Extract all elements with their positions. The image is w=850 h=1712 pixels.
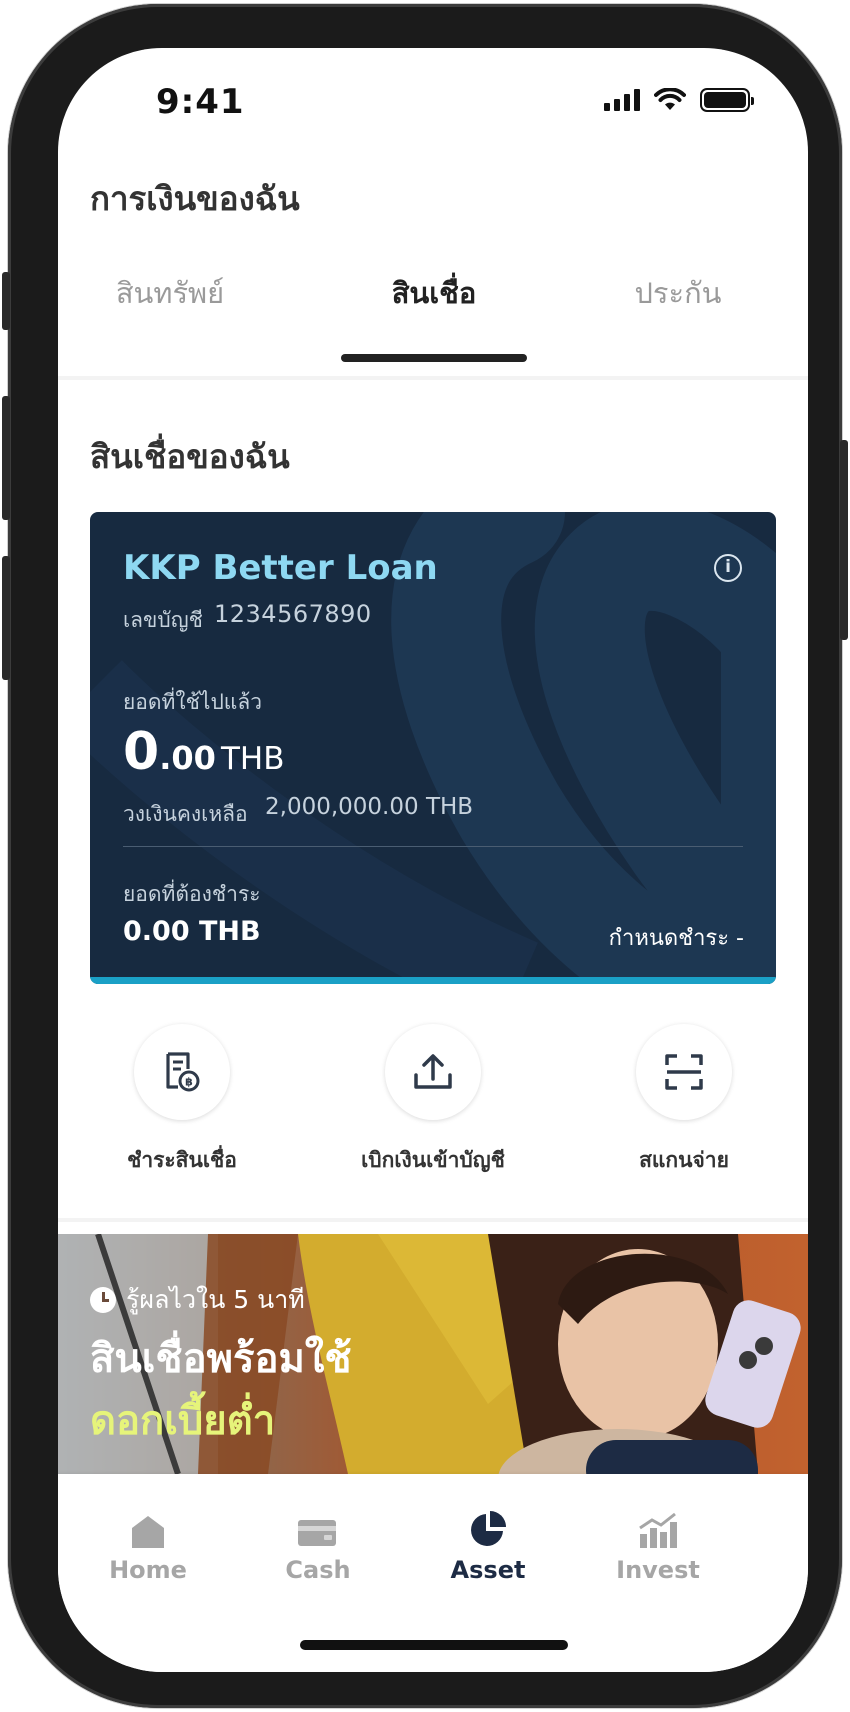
banner-title: สินเชื่อพร้อมใช้ — [90, 1336, 352, 1382]
nav-invest-label: Invest — [616, 1556, 700, 1584]
remaining-limit-value: 2,000,000.00 THB — [265, 794, 474, 820]
tab-loans[interactable]: สินเชื่อ — [314, 270, 554, 316]
scan-pay-button[interactable]: สแกนจ่าย — [564, 1024, 804, 1177]
used-amount: 0.00 THB — [123, 722, 284, 782]
tab-bar: สินทรัพย์ สินเชื่อ ประกัน — [58, 270, 808, 340]
withdraw-to-account-button[interactable]: เบิกเงินเข้าบัญชี — [313, 1024, 553, 1177]
divider — [58, 1218, 808, 1222]
silent-switch — [2, 272, 10, 330]
banner-title-highlight: ดอกเบี้ยต่ำ — [90, 1398, 276, 1444]
card-divider — [123, 846, 743, 847]
tab-insurance[interactable]: ประกัน — [558, 270, 798, 316]
due-date: กำหนดชำระ - — [608, 926, 744, 951]
due-amount-value: 0.00 THB — [123, 916, 261, 947]
nav-invest[interactable]: Invest — [578, 1508, 738, 1584]
action-circle — [385, 1024, 481, 1120]
pay-loan-label: ชำระสินเชื่อ — [127, 1148, 237, 1172]
wifi-icon — [654, 88, 686, 110]
pie-chart-icon — [471, 1511, 506, 1546]
upload-icon — [414, 1054, 452, 1089]
pay-loan-button[interactable]: ฿ ชำระสินเชื่อ — [62, 1024, 302, 1177]
svg-text:฿: ฿ — [185, 1076, 193, 1089]
clock-icon — [90, 1287, 116, 1313]
loan-name: KKP Better Loan — [123, 548, 438, 588]
status-time: 9:41 — [156, 82, 245, 122]
bill-pay-icon: ฿ — [166, 1052, 200, 1092]
banner-subtitle-text: รู้ผลไวใน 5 นาที — [126, 1285, 305, 1314]
action-circle: ฿ — [134, 1024, 230, 1120]
cash-icon — [298, 1520, 336, 1546]
cellular-signal-icon — [604, 89, 640, 111]
account-label: เลขบัญชี — [123, 608, 203, 632]
scan-pay-label: สแกนจ่าย — [639, 1148, 729, 1172]
section-title: สินเชื่อของฉัน — [90, 437, 290, 476]
home-indicator — [300, 1640, 568, 1650]
used-amount-integer: 0 — [123, 722, 160, 782]
account-number: 1234567890 — [214, 600, 372, 628]
used-amount-label: ยอดที่ใช้ไปแล้ว — [123, 690, 262, 714]
nav-cash-label: Cash — [285, 1556, 351, 1584]
power-button — [840, 440, 848, 640]
phone-frame: 9:41 การเงินของฉัน สินทรัพย์ สินเชื่อ ปร… — [8, 4, 842, 1708]
active-tab-indicator — [341, 354, 527, 362]
screen: 9:41 การเงินของฉัน สินทรัพย์ สินเชื่อ ปร… — [58, 48, 808, 1672]
used-amount-currency: THB — [220, 741, 285, 777]
card-accent-bar — [90, 977, 776, 984]
withdraw-label: เบิกเงินเข้าบัญชี — [361, 1148, 505, 1172]
scan-icon — [665, 1054, 703, 1090]
nav-cash[interactable]: Cash — [238, 1508, 398, 1584]
divider — [58, 376, 808, 380]
tab-assets[interactable]: สินทรัพย์ — [58, 270, 290, 316]
nav-home-label: Home — [109, 1556, 187, 1584]
used-amount-decimal: .00 — [159, 739, 216, 777]
banner-subtitle: รู้ผลไวใน 5 นาที — [90, 1280, 305, 1320]
nav-asset[interactable]: Asset — [408, 1508, 568, 1584]
nav-home[interactable]: Home — [68, 1508, 228, 1584]
invest-chart-icon — [639, 1512, 677, 1548]
home-icon — [132, 1516, 164, 1548]
page-title: การเงินของฉัน — [90, 179, 300, 218]
loan-card[interactable]: KKP Better Loan i เลขบัญชี 1234567890 ยอ… — [90, 512, 776, 984]
nav-asset-label: Asset — [450, 1556, 526, 1584]
battery-icon — [700, 88, 754, 112]
status-icons — [604, 88, 754, 112]
info-icon[interactable]: i — [714, 554, 742, 582]
volume-down-button — [2, 556, 10, 680]
action-circle — [636, 1024, 732, 1120]
remaining-limit-label: วงเงินคงเหลือ — [123, 802, 248, 826]
volume-up-button — [2, 396, 10, 520]
due-amount-label: ยอดที่ต้องชำระ — [123, 882, 261, 906]
